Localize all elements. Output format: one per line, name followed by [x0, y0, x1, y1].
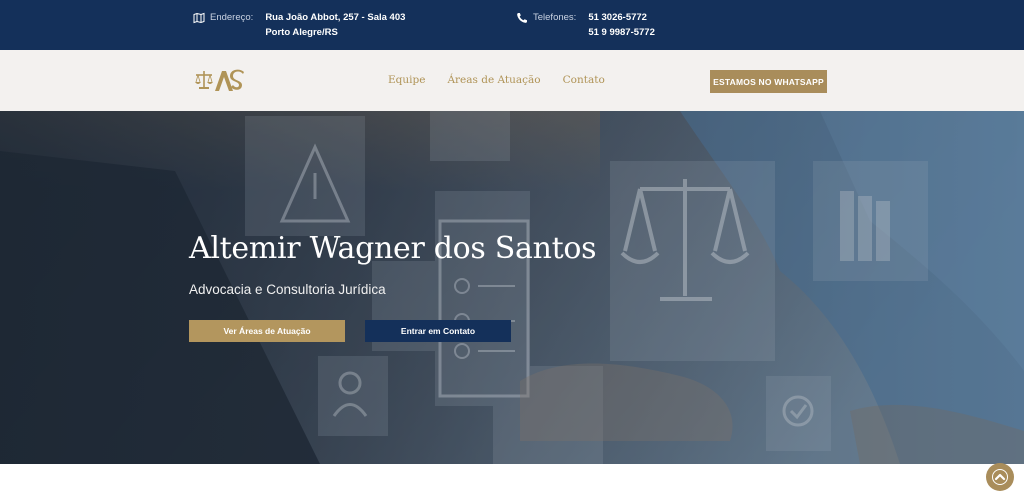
address-block: Endereço: Rua João Abbot, 257 - Sala 403… — [193, 10, 405, 40]
hero-title: Altemir Wagner dos Santos — [189, 231, 597, 266]
scales-logo-icon[interactable] — [193, 68, 245, 94]
scroll-to-top-button[interactable] — [986, 463, 1014, 491]
chevron-up-icon — [992, 469, 1008, 485]
top-info-bar: Endereço: Rua João Abbot, 257 - Sala 403… — [0, 0, 1024, 50]
phone-number-1[interactable]: 51 3026-5772 — [588, 10, 655, 25]
address-line-1: Rua João Abbot, 257 - Sala 403 — [265, 12, 406, 23]
hero-subtitle: Advocacia e Consultoria Jurídica — [189, 282, 386, 297]
whatsapp-button[interactable]: ESTAMOS NO WHATSAPP — [710, 70, 827, 93]
areas-de-atuacao-button[interactable]: Ver Áreas de Atuação — [189, 320, 345, 342]
phone-number-2[interactable]: 51 9 9987-5772 — [588, 25, 655, 40]
map-icon — [193, 12, 205, 24]
nav-link-equipe[interactable]: Equipe — [388, 74, 425, 86]
phone-icon — [517, 13, 527, 23]
address-line-2: Porto Alegre/RS — [265, 27, 338, 38]
phone-label: Telefones: — [533, 12, 577, 23]
nav-link-contato[interactable]: Contato — [563, 74, 605, 86]
hero-background-image — [0, 111, 1024, 464]
address-label: Endereço: — [210, 12, 254, 23]
nav-link-areas-de-atuacao[interactable]: Áreas de Atuação — [447, 74, 540, 86]
phone-block: Telefones: 51 3026-5772 51 9 9987-5772 — [516, 10, 655, 40]
contact-button[interactable]: Entrar em Contato — [365, 320, 511, 342]
main-nav: Equipe Áreas de Atuação Contato — [388, 74, 627, 86]
hero-section: Altemir Wagner dos Santos Advocacia e Co… — [0, 111, 1024, 464]
main-header: Equipe Áreas de Atuação Contato — [0, 50, 1024, 111]
